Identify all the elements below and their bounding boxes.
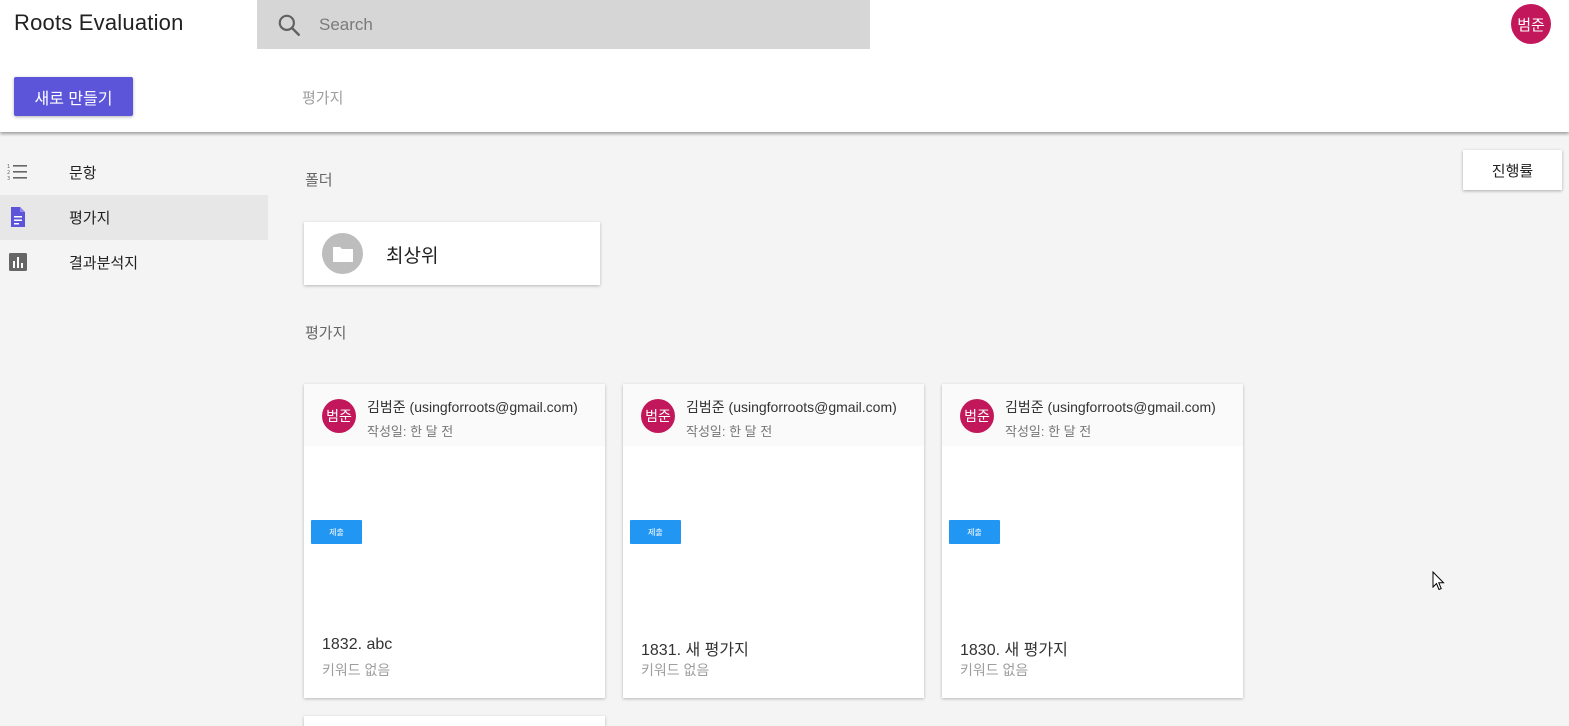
card-header: 범준 김범준 (usingforroots@gmail.com) 작성일: 한 … xyxy=(304,384,605,446)
avatar: 범준 xyxy=(641,399,675,433)
card-author: 김범준 (usingforroots@gmail.com) xyxy=(1005,399,1216,415)
sidebar-item-label: 문항 xyxy=(69,165,97,182)
sidebar-item-label: 결과분석지 xyxy=(69,255,139,272)
bar-chart-icon xyxy=(9,253,27,271)
sidebar-item-analysis[interactable]: 결과분석지 xyxy=(0,240,268,285)
card-date: 작성일: 한 달 전 xyxy=(1005,424,1092,439)
search-bar[interactable] xyxy=(257,0,870,49)
sheet-card[interactable]: 범준 김범준 (usingforroots@gmail.com) 작성일: 한 … xyxy=(304,384,605,698)
numbered-list-icon: 1 2 3 xyxy=(7,164,27,182)
folder-card[interactable]: 최상위 xyxy=(304,222,600,285)
submit-badge[interactable]: 제출 xyxy=(630,520,681,544)
card-header: 범준 김범준 (usingforroots@gmail.com) 작성일: 한 … xyxy=(623,384,924,446)
sheet-card[interactable] xyxy=(304,716,605,726)
sheet-card[interactable]: 범준 김범준 (usingforroots@gmail.com) 작성일: 한 … xyxy=(942,384,1243,698)
sidebar: 1 2 3 문항 평가지 결과분석지 xyxy=(0,150,268,285)
card-title: 1830. 새 평가지 xyxy=(960,642,1068,659)
breadcrumb: 평가지 xyxy=(302,90,344,107)
mouse-cursor-icon xyxy=(1432,571,1445,591)
sidebar-item-sheets[interactable]: 평가지 xyxy=(0,195,268,240)
sidebar-item-questions[interactable]: 1 2 3 문항 xyxy=(0,150,268,195)
card-keywords: 키워드 없음 xyxy=(641,662,710,678)
folder-section-label: 폴더 xyxy=(305,172,333,189)
card-author: 김범준 (usingforroots@gmail.com) xyxy=(367,399,578,415)
submit-badge[interactable]: 제출 xyxy=(311,520,362,544)
document-icon xyxy=(11,207,25,227)
app-title[interactable]: Roots Evaluation xyxy=(14,10,184,36)
sheets-section-label: 평가지 xyxy=(305,325,347,342)
card-title: 1832. abc xyxy=(322,636,393,653)
svg-text:3: 3 xyxy=(7,176,10,182)
folder-label: 최상위 xyxy=(386,246,439,267)
folder-icon xyxy=(332,246,353,262)
search-input[interactable] xyxy=(319,0,859,49)
sidebar-item-label: 평가지 xyxy=(69,210,111,227)
sheet-card[interactable]: 범준 김범준 (usingforroots@gmail.com) 작성일: 한 … xyxy=(623,384,924,698)
card-header: 범준 김범준 (usingforroots@gmail.com) 작성일: 한 … xyxy=(942,384,1243,446)
submit-badge[interactable]: 제출 xyxy=(949,520,1000,544)
progress-button[interactable]: 진행률 xyxy=(1463,150,1562,190)
card-date: 작성일: 한 달 전 xyxy=(686,424,773,439)
app-header: Roots Evaluation 범준 새로 만들기 평가지 xyxy=(0,0,1569,132)
folder-avatar xyxy=(322,233,363,274)
avatar: 범준 xyxy=(960,399,994,433)
avatar: 범준 xyxy=(322,399,356,433)
card-author: 김범준 (usingforroots@gmail.com) xyxy=(686,399,897,415)
card-date: 작성일: 한 달 전 xyxy=(367,424,454,439)
card-keywords: 키워드 없음 xyxy=(322,662,391,678)
card-keywords: 키워드 없음 xyxy=(960,662,1029,678)
user-avatar[interactable]: 범준 xyxy=(1511,4,1551,44)
create-new-button[interactable]: 새로 만들기 xyxy=(14,77,133,116)
card-title: 1831. 새 평가지 xyxy=(641,642,749,659)
search-icon xyxy=(278,14,300,36)
